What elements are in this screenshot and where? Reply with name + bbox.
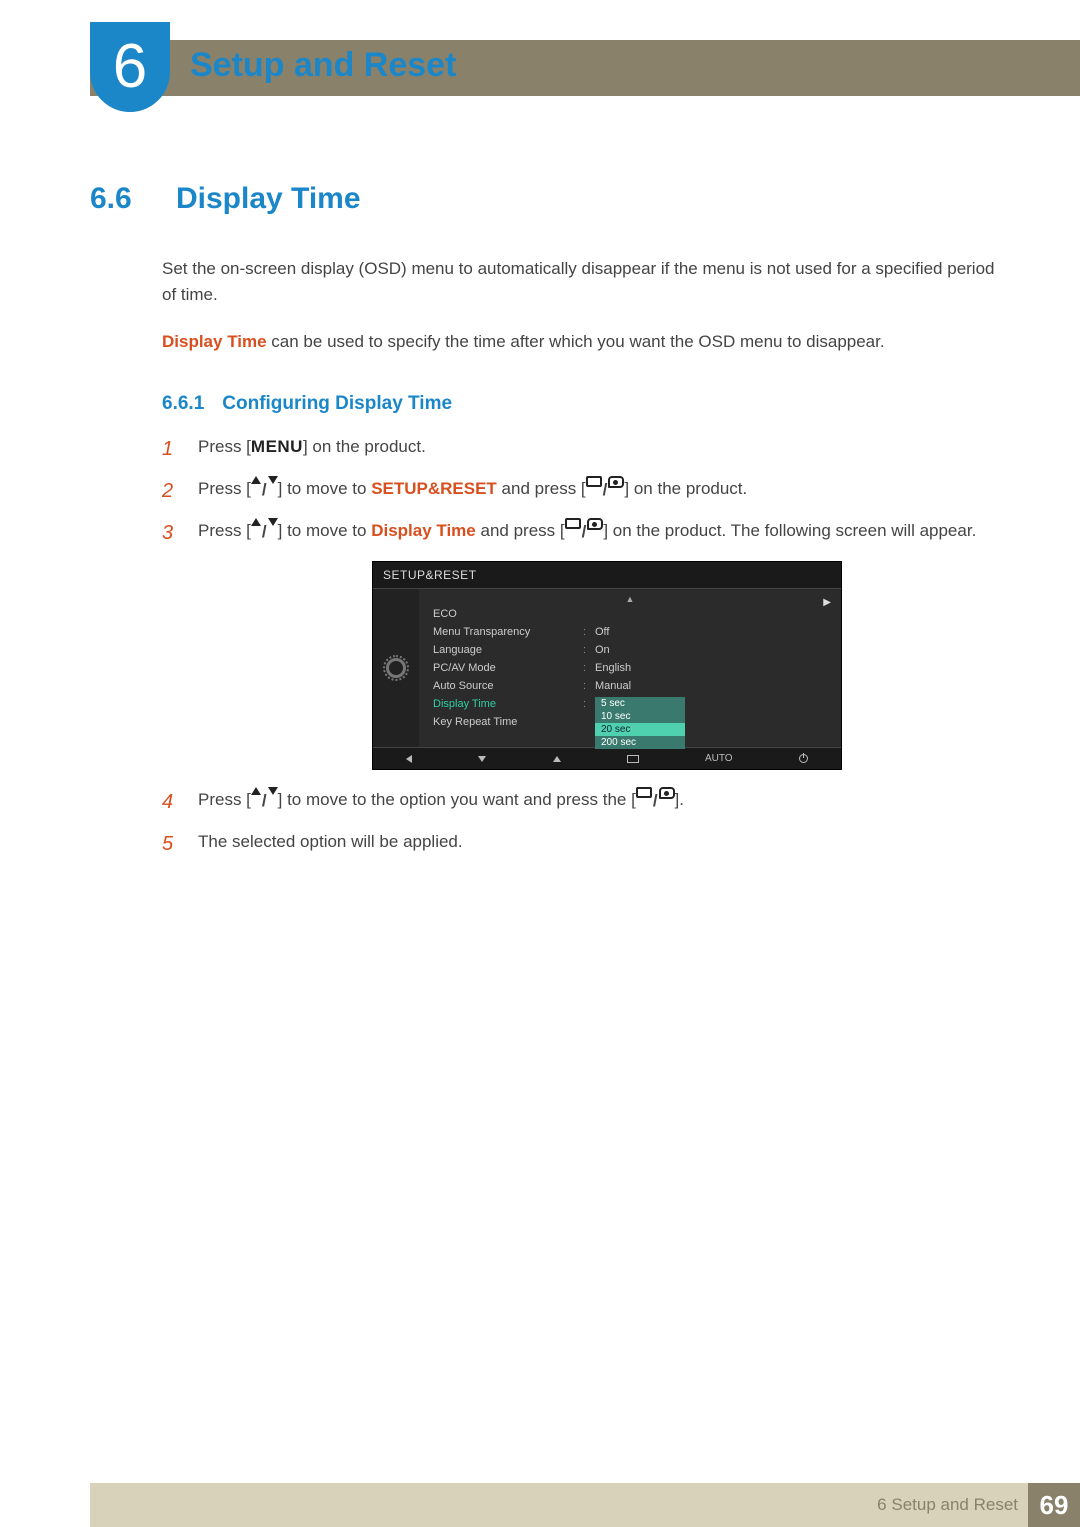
step-5: 5 The selected option will be applied. (162, 828, 1000, 860)
subsection-number: 6.6.1 (162, 393, 204, 415)
arrow-up-icon: ▲ (419, 593, 841, 605)
nav-power-icon (799, 754, 808, 763)
intro-paragraph-1: Set the on-screen display (OSD) menu to … (162, 256, 1000, 309)
section-heading: 6.6 Display Time (90, 182, 1000, 216)
menu-button-label: MENU (251, 437, 303, 456)
nav-auto-label: AUTO (705, 753, 733, 764)
section-number: 6.6 (90, 182, 150, 216)
osd-dropdown: 5 sec 10 sec 20 sec 200 sec (595, 697, 685, 749)
section-title: Display Time (176, 182, 361, 216)
step-text: Press [/] to move to SETUP&RESET and pre… (198, 475, 1000, 507)
chapter-badge: 6 (90, 22, 170, 112)
nav-left-icon (406, 755, 412, 763)
manual-page: 6 Setup and Reset 6.6 Display Time Set t… (0, 0, 1080, 1527)
intro-rest: can be used to specify the time after wh… (267, 332, 885, 351)
intro-paragraph-2: Display Time can be used to specify the … (162, 329, 1000, 355)
step-4: 4 Press [/] to move to the option you wa… (162, 786, 1000, 818)
osd-list: ▶ ▲ ECO Menu Transparency:Off Language:O… (419, 589, 841, 747)
gear-icon (386, 658, 406, 678)
footer-page-number: 69 (1028, 1483, 1080, 1527)
osd-row-transparency: Menu Transparency:Off (419, 623, 841, 641)
osd-option: 200 sec (595, 736, 685, 749)
osd-row-autosource: Auto Source:Manual (419, 677, 841, 695)
footer-bar: 6 Setup and Reset 69 (90, 1483, 1080, 1527)
footer-chapter-label: 6 Setup and Reset (877, 1495, 1018, 1515)
osd-body: ▶ ▲ ECO Menu Transparency:Off Language:O… (373, 589, 841, 747)
osd-title: SETUP&RESET (373, 562, 841, 589)
step-number: 4 (162, 786, 180, 818)
nav-down-icon (478, 756, 486, 762)
osd-panel: SETUP&RESET ▶ ▲ ECO Menu Transparency:Of… (372, 561, 842, 770)
step-number: 5 (162, 828, 180, 860)
up-down-icon: / (251, 518, 278, 545)
source-enter-icon: / (636, 787, 675, 814)
content-area: 6.6 Display Time Set the on-screen displ… (90, 182, 1000, 870)
source-enter-icon: / (586, 476, 625, 503)
target-setup-reset: SETUP&RESET (371, 479, 497, 498)
intro-highlight: Display Time (162, 332, 267, 351)
step-1: 1 Press [MENU] on the product. (162, 433, 1000, 465)
step-text: Press [MENU] on the product. (198, 433, 1000, 465)
nav-up-icon (553, 756, 561, 762)
chapter-number: 6 (113, 36, 147, 98)
up-down-icon: / (251, 787, 278, 814)
osd-option-selected: 20 sec (595, 723, 685, 736)
step-number: 1 (162, 433, 180, 465)
step-text: Press [/] to move to Display Time and pr… (198, 517, 1000, 549)
step-number: 2 (162, 475, 180, 507)
subsection-title: Configuring Display Time (222, 393, 452, 415)
osd-screenshot: SETUP&RESET ▶ ▲ ECO Menu Transparency:Of… (372, 561, 842, 770)
nav-source-icon (627, 755, 639, 763)
target-display-time: Display Time (371, 521, 476, 540)
step-text: Press [/] to move to the option you want… (198, 786, 1000, 818)
source-enter-icon: / (565, 518, 604, 545)
osd-icon-column (373, 589, 419, 747)
osd-option: 5 sec (595, 697, 685, 710)
osd-option: 10 sec (595, 710, 685, 723)
osd-row-eco: ECO (419, 605, 841, 623)
osd-row-pcav: PC/AV Mode:English (419, 659, 841, 677)
step-list: 1 Press [MENU] on the product. 2 Press [… (162, 433, 1000, 860)
subsection-heading: 6.6.1 Configuring Display Time (162, 393, 1000, 415)
step-text: The selected option will be applied. (198, 828, 1000, 860)
step-3: 3 Press [/] to move to Display Time and … (162, 517, 1000, 549)
osd-row-language: Language:On (419, 641, 841, 659)
chapter-title: Setup and Reset (190, 46, 456, 85)
osd-footer: AUTO (373, 747, 841, 769)
step-number: 3 (162, 517, 180, 549)
up-down-icon: / (251, 476, 278, 503)
step-2: 2 Press [/] to move to SETUP&RESET and p… (162, 475, 1000, 507)
